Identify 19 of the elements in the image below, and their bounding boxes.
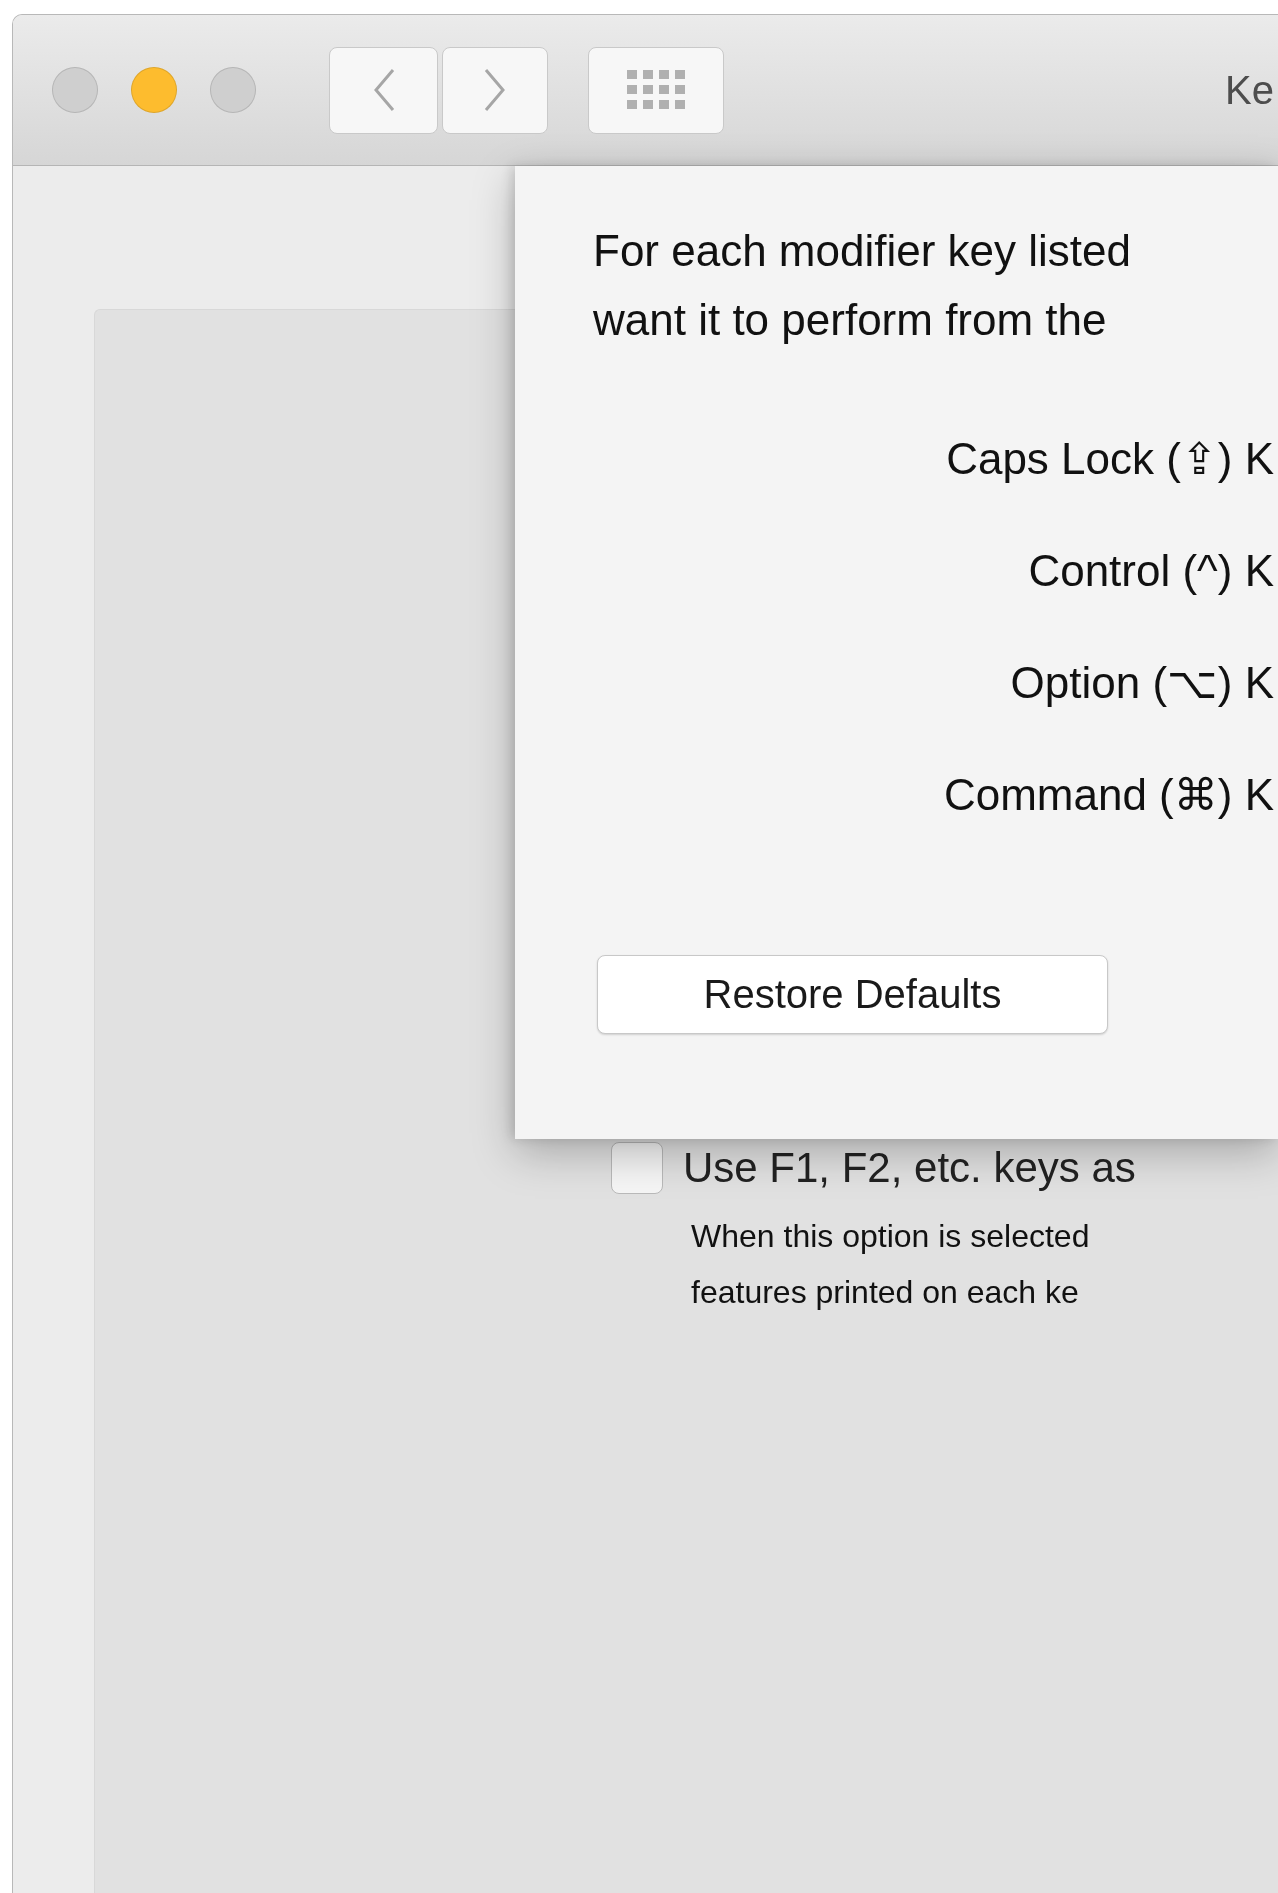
modifier-key-label: Command (⌘) K (943, 769, 1274, 821)
chevron-left-icon (372, 68, 395, 112)
window-title: Ke (1225, 67, 1275, 113)
grid-icon (627, 70, 685, 110)
chevron-right-icon (484, 68, 506, 112)
restore-defaults-button[interactable]: Restore Defaults (597, 955, 1108, 1034)
back-button[interactable] (329, 46, 438, 134)
checkbox[interactable] (611, 1142, 663, 1194)
show-all-button[interactable] (588, 46, 724, 134)
window-control-icon[interactable] (52, 67, 98, 113)
window-control-icon[interactable] (210, 67, 256, 113)
window-control-icon[interactable] (131, 67, 177, 113)
checkbox-label: Use F1, F2, etc. keys as (683, 1144, 1136, 1192)
modifier-key-label: Option (⌥) K (1010, 657, 1274, 709)
modifier-key-label: Caps Lock (⇪) K (946, 433, 1274, 485)
forward-button[interactable] (442, 46, 548, 134)
option-description: When this option is selected features printed on each ke (691, 1217, 1091, 1312)
modifier-key-label: Control (^) K (1028, 545, 1274, 597)
sheet-instructions: For each modifier key listed want it to perform from the (593, 225, 1132, 346)
